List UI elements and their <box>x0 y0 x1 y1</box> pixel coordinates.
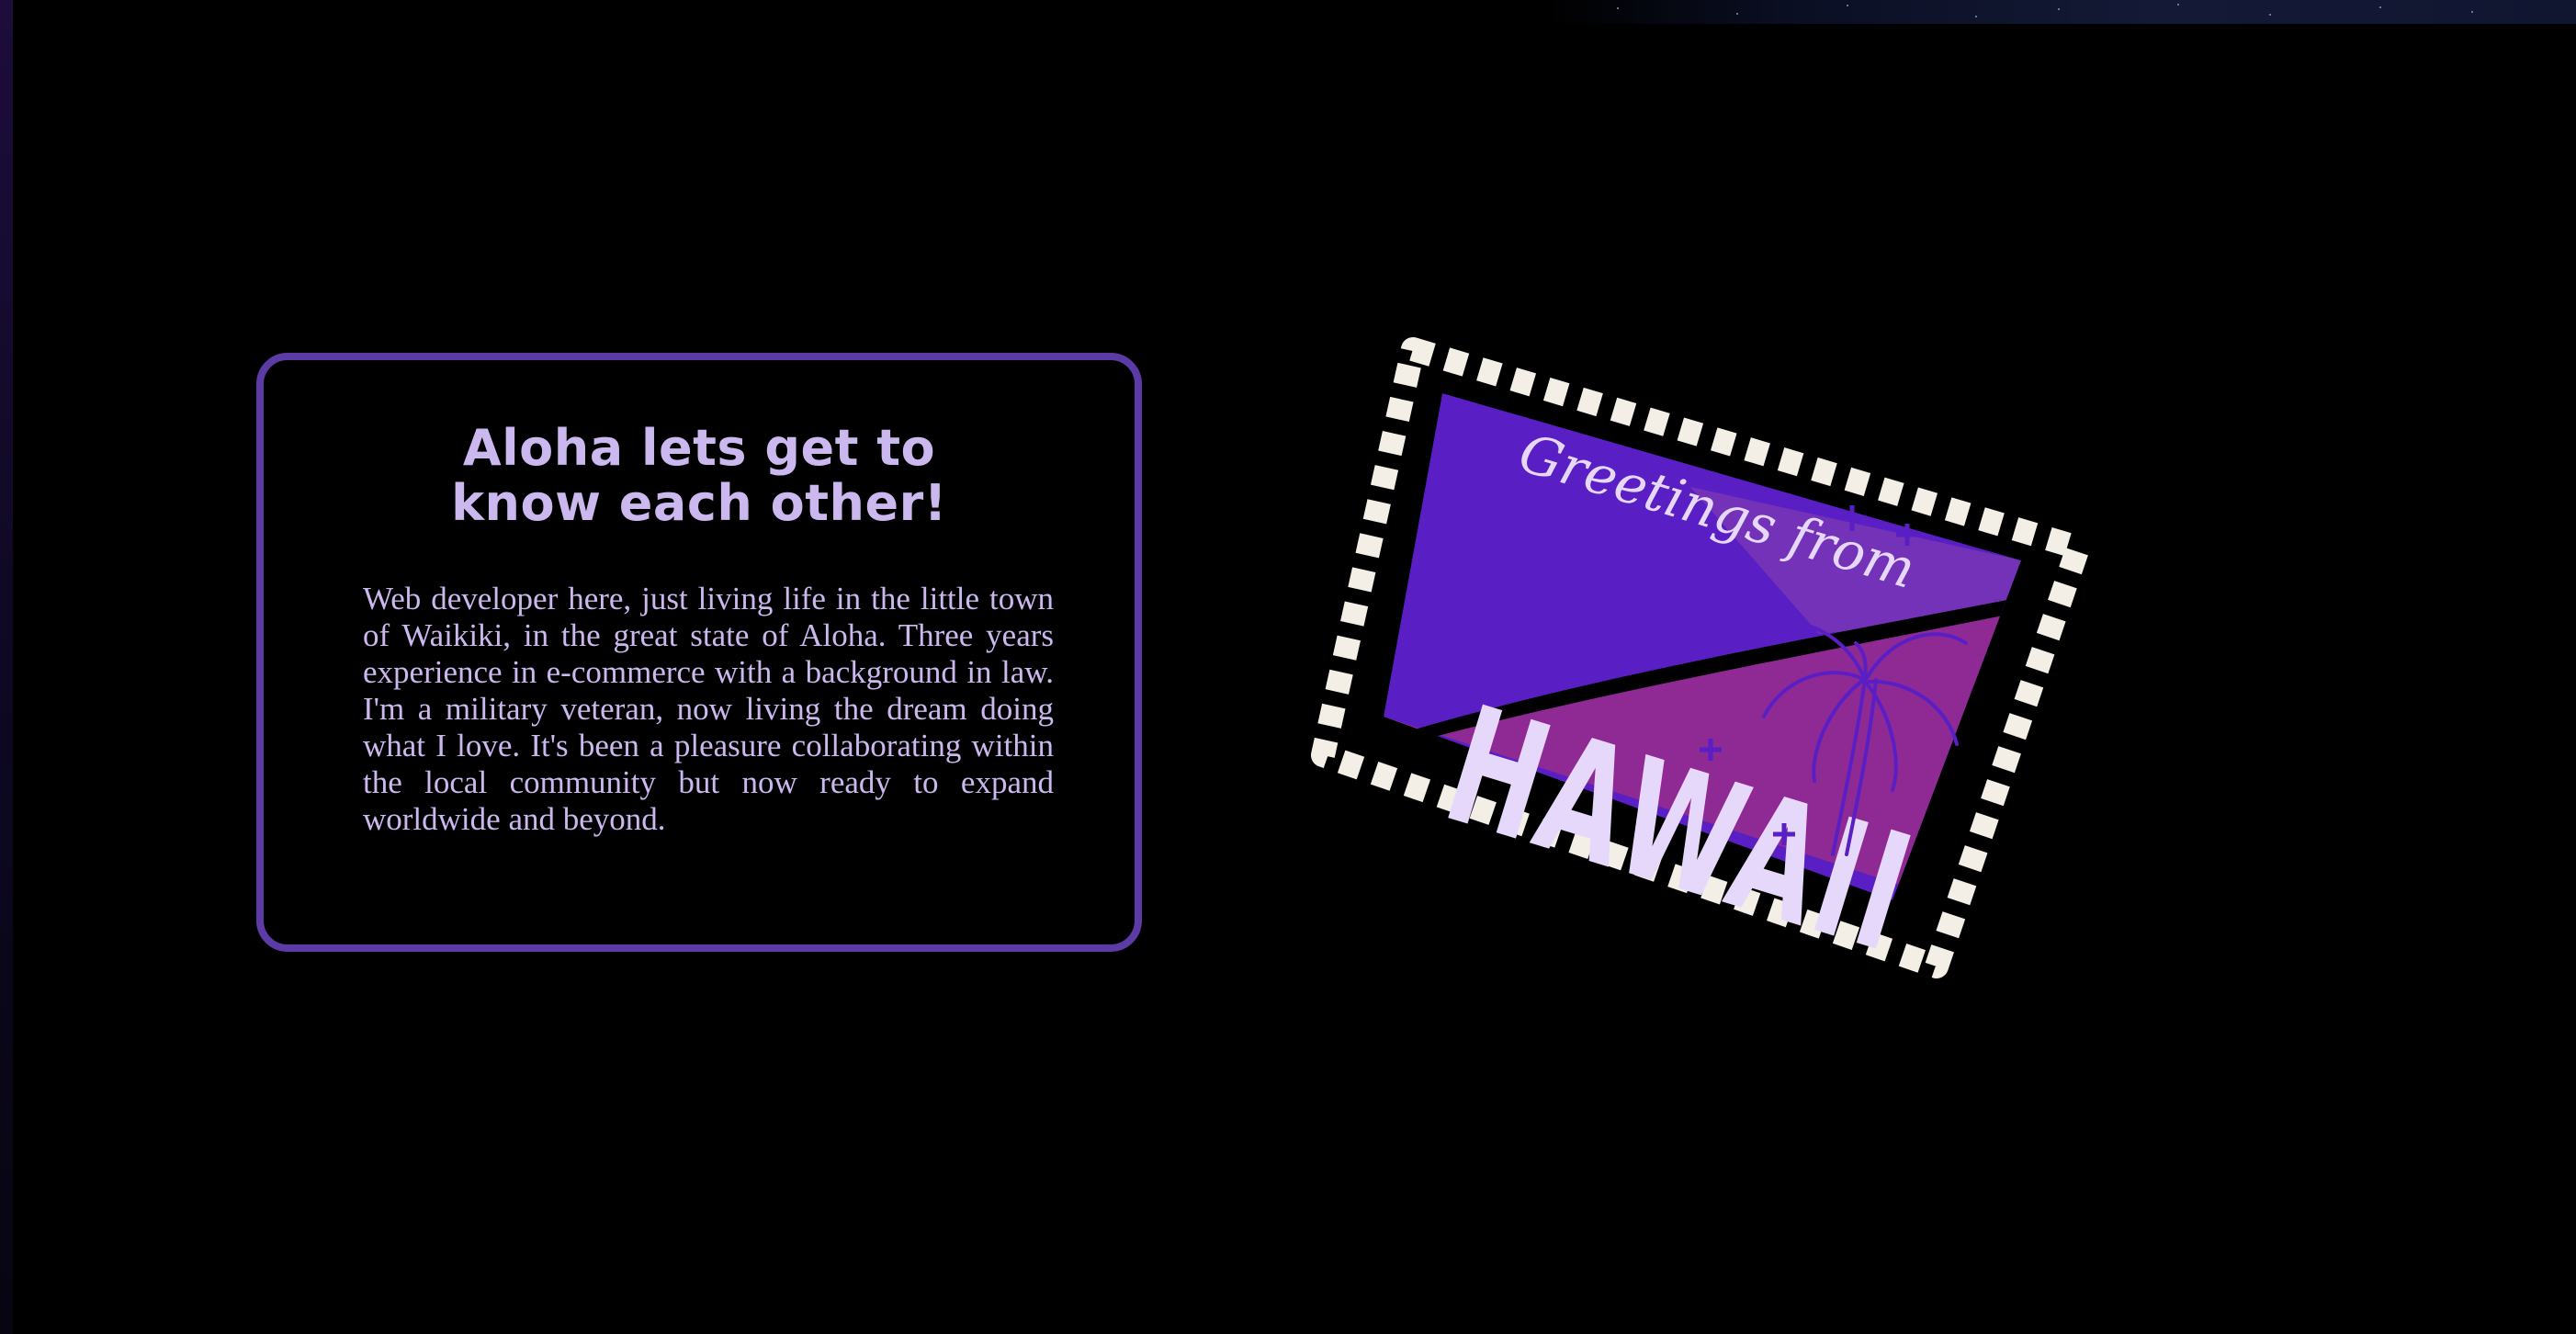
about-description: Web developer here, just living life in … <box>363 581 1054 837</box>
left-edge-gradient <box>0 0 13 1334</box>
hawaii-postage-stamp: Greetings from HAWAII <box>1305 312 2113 992</box>
stamp-graphic: Greetings from HAWAII <box>1311 337 2090 989</box>
about-card: Aloha lets get to know each other! Web d… <box>256 353 1142 952</box>
top-starfield-strip <box>1543 0 2576 24</box>
about-title: Aloha lets get to know each other! <box>451 419 947 532</box>
